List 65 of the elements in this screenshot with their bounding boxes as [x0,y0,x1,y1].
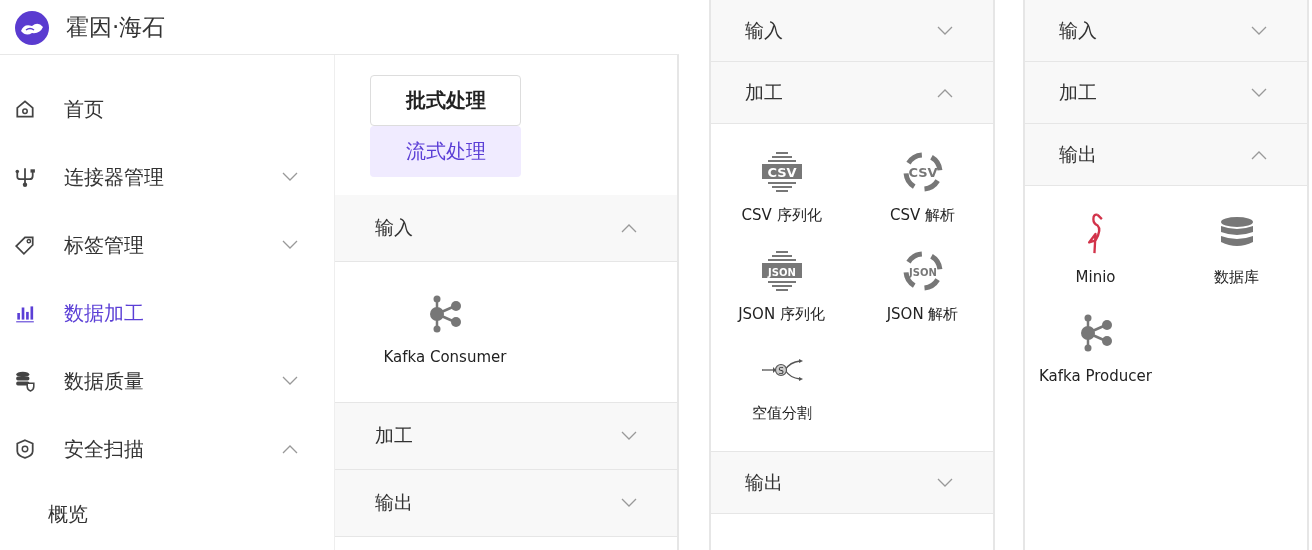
component-label: Kafka Consumer [383,348,507,366]
component-label: 空值分割 [751,404,812,423]
section-header[interactable]: 输入 [335,195,677,262]
component-label: Kafka Producer [1039,367,1152,385]
section-header[interactable]: 输出 [711,452,993,514]
component-tile[interactable]: CSV CSV 序列化 [711,150,852,225]
component-label: Minio [1075,268,1116,286]
section-title: 输出 [1059,141,1097,167]
component-label: JSON 序列化 [738,305,825,324]
component-label: CSV 解析 [890,206,955,225]
shield-icon [14,438,36,460]
chevron-down-icon [621,431,637,441]
section-header[interactable]: 输出 [335,470,677,537]
mode-tab[interactable]: 流式处理 [370,126,521,177]
usb-icon [14,166,36,188]
section-title: 输出 [375,490,413,515]
component-tile[interactable]: Minio [1025,212,1166,287]
home-icon [14,98,36,120]
section-header[interactable]: 加工 [1025,62,1307,124]
component-tile[interactable]: S 空值分割 [711,348,852,423]
nav-item[interactable]: 标签管理 [0,211,334,279]
component-label: CSV 序列化 [741,206,822,225]
nav-subitem[interactable]: 概览 [0,483,334,545]
section-header[interactable]: 输出 [1025,124,1307,186]
section-title: 输入 [375,215,413,240]
component-tile[interactable]: Kafka Producer [1025,311,1166,385]
section-header[interactable]: 加工 [335,403,677,470]
nav-item[interactable]: 数据加工 [0,279,334,347]
section-title: 输出 [745,469,783,495]
chevron-up-icon [621,223,637,233]
section-title: 加工 [745,79,783,105]
brand-name: 霍因·海石 [66,12,166,42]
section-header[interactable]: 输入 [711,0,993,62]
section-title: 输入 [1059,17,1097,43]
mode-tab[interactable]: 批式处理 [370,75,521,126]
component-tile[interactable]: 数据库 [1166,212,1307,287]
section-title: 加工 [1059,79,1097,105]
section-title: 加工 [375,423,413,448]
section-header[interactable]: 加工 [711,62,993,124]
chevron-up-icon [1251,149,1267,160]
section-title: 输入 [745,17,783,43]
chevron-up-icon [937,87,953,98]
database-shield-icon [14,370,36,392]
chevron-down-icon [282,172,298,182]
component-label: JSON 解析 [886,305,959,324]
component-label: 数据库 [1214,268,1259,287]
chevron-down-icon [937,477,953,488]
chevron-down-icon [1251,25,1267,36]
component-tile[interactable]: Kafka Consumer [335,292,555,366]
chevron-up-icon [282,444,298,454]
section-header[interactable]: 输入 [1025,0,1307,62]
nav-item[interactable]: 数据质量 [0,347,334,415]
nav-item[interactable]: 首页 [0,75,334,143]
component-tile[interactable]: CSV CSV 解析 [852,150,993,225]
chevron-down-icon [621,498,637,508]
tag-icon [14,234,36,256]
chevron-down-icon [937,25,953,36]
nav-item[interactable]: 连接器管理 [0,143,334,211]
chevron-down-icon [282,240,298,250]
crane-bird-icon [1087,212,1104,256]
chevron-down-icon [282,376,298,386]
chevron-down-icon [1251,87,1267,98]
nav-item[interactable]: 安全扫描 [0,415,334,483]
component-tile[interactable]: JSON JSON 解析 [852,249,993,324]
component-tile[interactable]: JSON JSON 序列化 [711,249,852,324]
